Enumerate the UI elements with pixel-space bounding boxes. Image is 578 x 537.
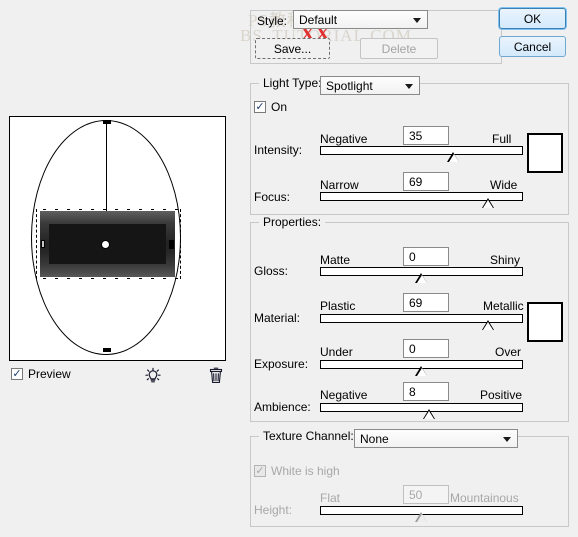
intensity-min-label: Negative bbox=[320, 132, 368, 146]
chevron-down-icon bbox=[405, 83, 413, 89]
settings-pane: PS教程自学网 BS_TUTORIAL.COM XX Style: Defaul… bbox=[240, 0, 578, 537]
save-button-label: Save... bbox=[273, 41, 312, 56]
focus-min-label: Narrow bbox=[320, 178, 359, 192]
exposure-slider[interactable] bbox=[320, 360, 523, 376]
trash-icon[interactable] bbox=[205, 364, 227, 386]
height-min-label: Flat bbox=[320, 491, 341, 505]
ambience-value: 8 bbox=[409, 384, 416, 399]
height-value-field: 50 bbox=[403, 485, 449, 504]
preview-checkbox[interactable]: Preview bbox=[11, 367, 71, 381]
texture-channel-dropdown-value: None bbox=[360, 431, 389, 446]
light-type-dropdown-value: Spotlight bbox=[326, 78, 373, 93]
intensity-slider-track[interactable] bbox=[320, 146, 523, 155]
intensity-slider[interactable] bbox=[320, 146, 523, 162]
exposure-max-label: Over bbox=[495, 345, 522, 359]
ellipse-handle-right[interactable] bbox=[169, 240, 174, 249]
gloss-value-field[interactable]: 0 bbox=[403, 247, 449, 266]
focus-label: Focus: bbox=[254, 190, 291, 204]
light-color-swatch[interactable] bbox=[527, 133, 563, 173]
white-is-high-checkbox: White is high bbox=[254, 464, 340, 478]
focus-value-field[interactable]: 69 bbox=[403, 172, 449, 191]
chevron-down-icon bbox=[503, 436, 511, 442]
intensity-value-field[interactable]: 35 bbox=[403, 126, 449, 145]
texture-channel-dropdown[interactable]: None bbox=[354, 429, 518, 448]
gloss-max-label: Shiny bbox=[490, 253, 521, 267]
light-center-handle[interactable] bbox=[101, 240, 110, 249]
ambience-value-field[interactable]: 8 bbox=[403, 382, 449, 401]
exposure-min-label: Under bbox=[320, 345, 353, 359]
focus-slider[interactable] bbox=[320, 192, 523, 208]
ellipse-handle-left[interactable] bbox=[41, 240, 45, 248]
style-dropdown[interactable]: Default bbox=[293, 10, 428, 29]
light-type-dropdown[interactable]: Spotlight bbox=[320, 76, 420, 95]
intensity-label: Intensity: bbox=[254, 143, 303, 157]
style-label: Style: bbox=[257, 14, 288, 28]
delete-button-label: Delete bbox=[381, 41, 417, 56]
properties-group-title: Properties: bbox=[259, 215, 326, 229]
material-slider-thumb[interactable] bbox=[481, 320, 495, 330]
save-button[interactable]: Save... bbox=[255, 38, 330, 59]
preview-toolbar: Preview bbox=[9, 364, 224, 386]
material-min-label: Plastic bbox=[320, 299, 356, 313]
light-on-checkbox[interactable]: On bbox=[254, 100, 287, 114]
light-on-checkbox-box[interactable] bbox=[254, 101, 266, 113]
material-slider[interactable] bbox=[320, 314, 523, 330]
material-value: 69 bbox=[409, 295, 423, 310]
focus-value: 69 bbox=[409, 174, 423, 189]
material-max-label: Metallic bbox=[483, 299, 524, 313]
ok-button[interactable]: OK bbox=[499, 8, 566, 29]
height-slider bbox=[320, 506, 523, 522]
exposure-value-field[interactable]: 0 bbox=[403, 339, 449, 358]
exposure-slider-thumb[interactable] bbox=[415, 366, 428, 376]
ambience-slider[interactable] bbox=[320, 403, 523, 419]
height-max-label: Mountainous bbox=[450, 491, 519, 505]
focus-slider-thumb[interactable] bbox=[481, 198, 495, 208]
ambience-max-label: Positive bbox=[480, 388, 523, 402]
gloss-slider-thumb[interactable] bbox=[415, 273, 428, 283]
texture-channel-group-title: Texture Channel: bbox=[259, 429, 358, 443]
gloss-label: Gloss: bbox=[254, 264, 289, 278]
white-is-high-checkbox-label: White is high bbox=[271, 464, 340, 478]
white-is-high-checkbox-box bbox=[254, 465, 266, 477]
ok-button-label: OK bbox=[523, 11, 542, 26]
delete-button: Delete bbox=[360, 38, 438, 59]
preview-pane: Preview bbox=[0, 0, 240, 537]
ellipse-handle-top[interactable] bbox=[103, 120, 111, 124]
height-value: 50 bbox=[409, 487, 423, 502]
exposure-value: 0 bbox=[409, 341, 416, 356]
chevron-down-icon bbox=[413, 17, 421, 23]
material-color-swatch[interactable] bbox=[527, 302, 563, 342]
gloss-slider[interactable] bbox=[320, 267, 523, 283]
ambience-slider-track[interactable] bbox=[320, 403, 523, 412]
material-value-field[interactable]: 69 bbox=[403, 293, 449, 312]
height-label: Height: bbox=[254, 503, 293, 517]
light-type-group-title: Light Type: bbox=[259, 76, 326, 90]
ambience-slider-thumb[interactable] bbox=[422, 409, 436, 419]
lightbulb-icon[interactable] bbox=[140, 364, 166, 386]
focus-max-label: Wide bbox=[490, 178, 518, 192]
ambience-min-label: Negative bbox=[320, 388, 368, 402]
light-on-checkbox-label: On bbox=[271, 100, 288, 114]
preview-checkbox-box[interactable] bbox=[11, 368, 23, 380]
ellipse-handle-bottom[interactable] bbox=[103, 348, 111, 352]
intensity-value: 35 bbox=[409, 128, 423, 143]
exposure-label: Exposure: bbox=[254, 357, 309, 371]
cancel-button[interactable]: Cancel bbox=[499, 36, 566, 57]
cancel-button-label: Cancel bbox=[513, 39, 552, 54]
lighting-preview-canvas[interactable] bbox=[9, 116, 226, 361]
intensity-max-label: Full bbox=[492, 132, 512, 146]
material-label: Material: bbox=[254, 311, 301, 325]
preview-checkbox-label: Preview bbox=[28, 367, 71, 381]
style-dropdown-value: Default bbox=[299, 12, 338, 27]
gloss-min-label: Matte bbox=[320, 253, 351, 267]
ambience-label: Ambience: bbox=[254, 400, 311, 414]
intensity-slider-thumb[interactable] bbox=[447, 152, 460, 162]
height-slider-thumb bbox=[415, 512, 428, 522]
gloss-value: 0 bbox=[409, 249, 416, 264]
